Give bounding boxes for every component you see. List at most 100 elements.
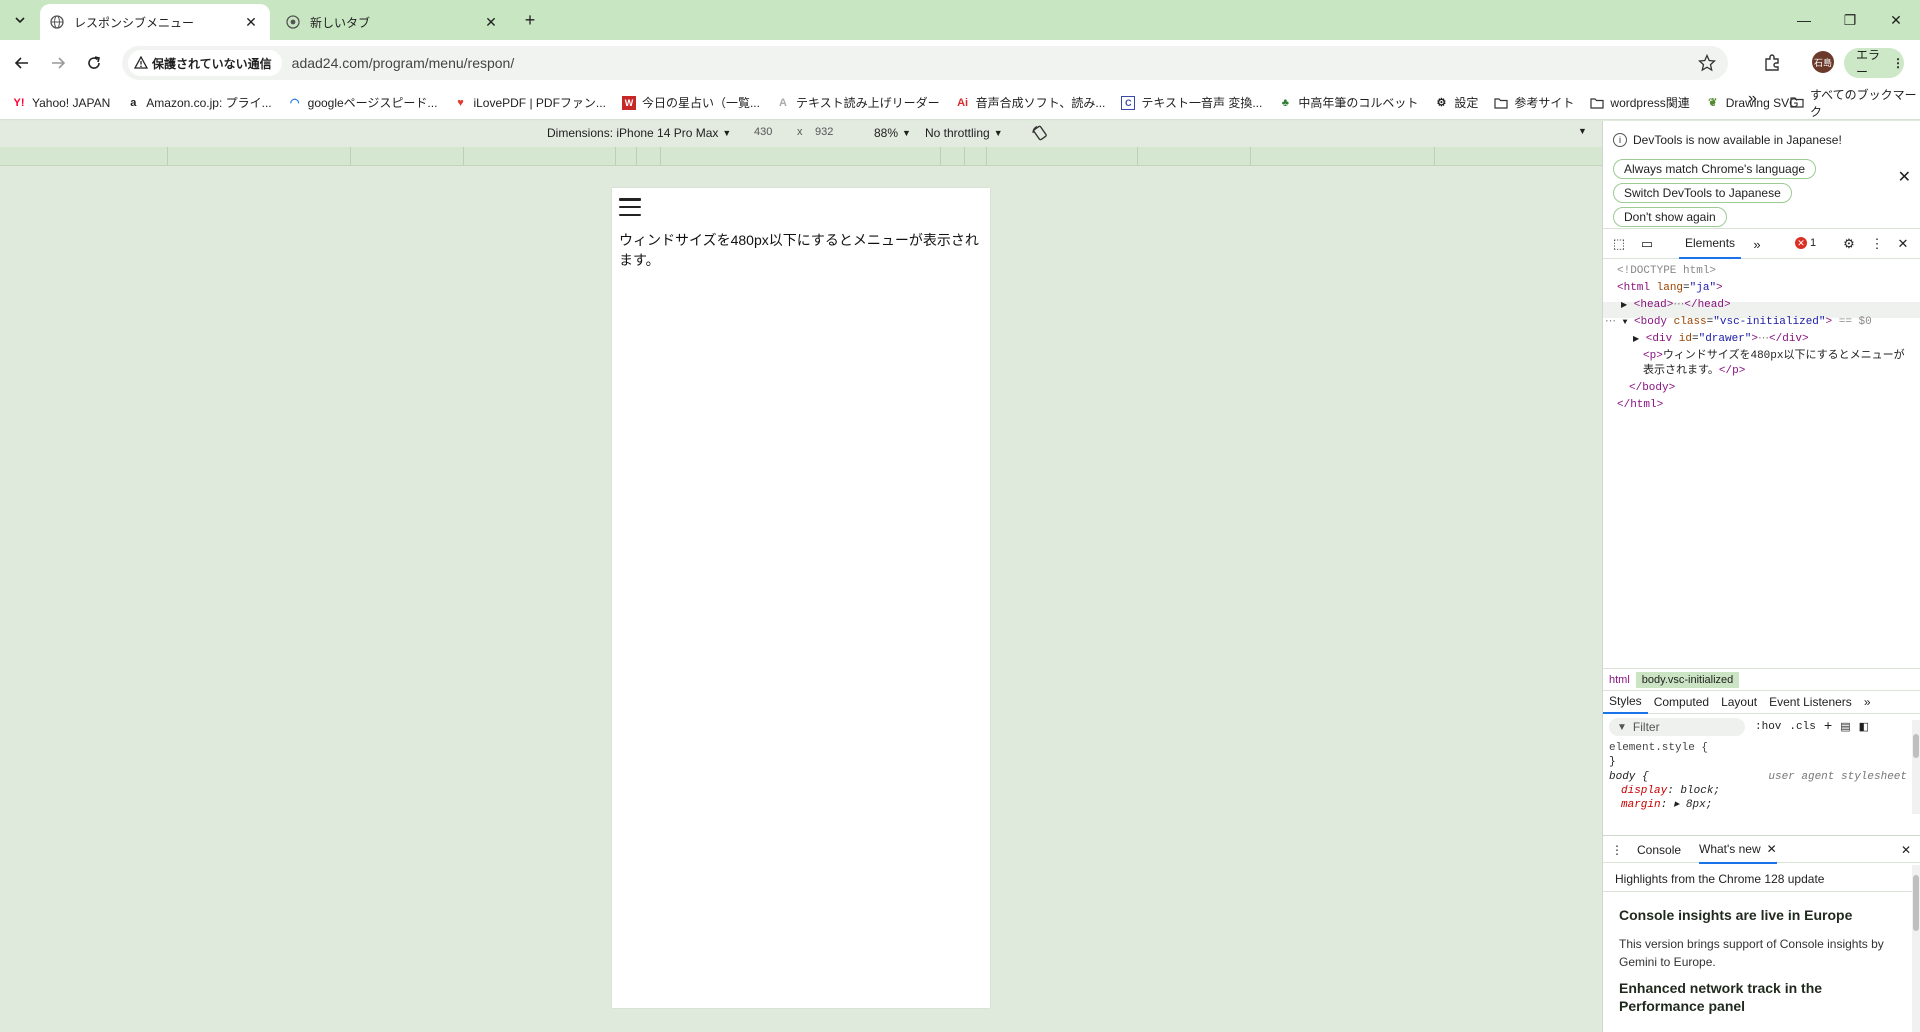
- error-chip[interactable]: エラー ⋮: [1844, 48, 1904, 79]
- close-icon[interactable]: ✕: [1895, 236, 1911, 252]
- media-query-segment[interactable]: [637, 147, 661, 165]
- dom-node-div-drawer[interactable]: ▶ <div id="drawer">⋯</div>: [1633, 332, 1809, 347]
- element-style-rule[interactable]: element.style {: [1609, 742, 1708, 754]
- new-tab-button[interactable]: +: [518, 8, 542, 32]
- forward-button[interactable]: [44, 49, 72, 77]
- dom-node-doctype[interactable]: <!DOCTYPE html>: [1617, 264, 1716, 278]
- more-tabs-icon[interactable]: »: [1858, 690, 1877, 714]
- cls-toggle[interactable]: .cls: [1789, 721, 1815, 733]
- throttle-select[interactable]: No throttling ▼: [925, 126, 1003, 140]
- bookmark-item[interactable]: a Amazon.co.jp: プライ...: [118, 90, 279, 116]
- bookmark-item[interactable]: A テキスト読み上げリーダー: [768, 90, 948, 116]
- sidebar-toggle-icon[interactable]: ◧: [1859, 720, 1869, 734]
- hamburger-menu-icon[interactable]: [619, 198, 641, 216]
- media-query-segment[interactable]: [965, 147, 987, 165]
- minimize-button[interactable]: —: [1781, 0, 1827, 40]
- media-query-segment[interactable]: [1251, 147, 1435, 165]
- tab-new-tab[interactable]: 新しいタブ ✕: [276, 4, 510, 40]
- dom-node-html-close[interactable]: </html>: [1617, 398, 1663, 412]
- more-vert-icon[interactable]: ⋮: [1869, 236, 1885, 252]
- error-count-badge[interactable]: ✕ 1: [1795, 237, 1816, 249]
- reload-button[interactable]: [80, 49, 108, 77]
- dom-node-p[interactable]: <p>ウィンドサイズを480px以下にするとメニューが: [1643, 349, 1905, 363]
- close-icon[interactable]: ✕: [1901, 836, 1911, 864]
- dont-show-again-button[interactable]: Don't show again: [1613, 207, 1727, 227]
- bookmark-folder[interactable]: 参考サイト: [1486, 90, 1582, 116]
- whats-new-heading[interactable]: Enhanced network track in the Performanc…: [1619, 979, 1903, 1015]
- styles-scrollbar[interactable]: [1912, 720, 1920, 814]
- style-prop-display[interactable]: display: block;: [1621, 785, 1720, 797]
- restore-button[interactable]: ❐: [1827, 0, 1873, 40]
- paint-icon[interactable]: ▤: [1840, 720, 1850, 734]
- media-query-segment[interactable]: [616, 147, 637, 165]
- address-bar[interactable]: 保護されていない通信 adad24.com/program/menu/respo…: [122, 46, 1728, 80]
- zoom-select[interactable]: 88% ▼: [874, 126, 911, 140]
- device-select[interactable]: Dimensions: iPhone 14 Pro Max ▼: [547, 126, 731, 140]
- styles-filter-input[interactable]: ▼ Filter: [1609, 718, 1745, 736]
- width-input[interactable]: 430: [754, 126, 772, 138]
- height-input[interactable]: 932: [815, 126, 833, 138]
- extensions-button[interactable]: [1760, 51, 1784, 75]
- dom-node-body[interactable]: ⋯ ▼ <body class="vsc-initialized"> == $0: [1605, 315, 1872, 330]
- tab-event-listeners[interactable]: Event Listeners: [1763, 690, 1858, 714]
- breadcrumb-html[interactable]: html: [1603, 672, 1636, 688]
- scrollbar-thumb[interactable]: [1913, 875, 1919, 931]
- tab-elements[interactable]: Elements: [1679, 229, 1742, 259]
- media-query-segment[interactable]: [1138, 147, 1251, 165]
- tab-layout[interactable]: Layout: [1715, 690, 1763, 714]
- rotate-button[interactable]: [1031, 124, 1049, 142]
- device-toolbar-menu-button[interactable]: ▼: [1578, 126, 1587, 136]
- bookmark-item[interactable]: W 今日の星占い（一覧...: [614, 90, 768, 116]
- tab-whats-new[interactable]: What's new ✕: [1699, 836, 1777, 864]
- inspect-element-icon[interactable]: ⬚: [1611, 236, 1627, 252]
- media-query-segment[interactable]: [987, 147, 1138, 165]
- avatar[interactable]: 石島: [1812, 51, 1834, 73]
- tab-responsive-menu[interactable]: レスポンシブメニュー ✕: [40, 4, 270, 40]
- bookmark-folder[interactable]: wordpress関連: [1582, 90, 1697, 116]
- media-query-segment[interactable]: [351, 147, 464, 165]
- scrollbar-thumb[interactable]: [1913, 734, 1919, 758]
- emulated-device-screen[interactable]: ウィンドサイズを480px以下にするとメニューが表示されます。: [612, 188, 990, 1008]
- more-tabs-icon[interactable]: »: [1749, 236, 1765, 252]
- all-bookmarks-button[interactable]: すべてのブックマーク: [1790, 88, 1920, 119]
- bookmark-item[interactable]: ⚙ 設定: [1426, 90, 1486, 116]
- plus-icon[interactable]: +: [1824, 719, 1832, 735]
- dom-node-head[interactable]: ▶ <head>⋯</head>: [1621, 298, 1731, 313]
- switch-to-japanese-button[interactable]: Switch DevTools to Japanese: [1613, 183, 1792, 203]
- whats-new-scrollbar[interactable]: [1912, 865, 1920, 1032]
- body-rule-selector[interactable]: body {: [1609, 771, 1649, 783]
- close-icon[interactable]: ✕: [242, 13, 260, 31]
- close-icon[interactable]: ✕: [1767, 842, 1777, 856]
- back-button[interactable]: [8, 49, 36, 77]
- bookmark-item[interactable]: ◠ googleページスピード...: [280, 90, 446, 116]
- style-prop-margin[interactable]: margin: ▸ 8px;: [1621, 797, 1712, 811]
- bookmark-item[interactable]: ♥ iLovePDF | PDFファン...: [445, 90, 613, 116]
- media-query-segment[interactable]: [464, 147, 616, 165]
- media-query-segment[interactable]: [0, 147, 168, 165]
- close-window-button[interactable]: ✕: [1873, 0, 1919, 40]
- bookmark-item[interactable]: C テキスト一音声 変換...: [1113, 90, 1270, 116]
- gear-icon[interactable]: ⚙: [1841, 236, 1857, 252]
- bookmarks-overflow-button[interactable]: »: [1742, 90, 1763, 108]
- breadcrumb-body[interactable]: body.vsc-initialized: [1635, 671, 1740, 688]
- tab-console[interactable]: Console: [1637, 836, 1681, 864]
- dom-node-body-close[interactable]: </body>: [1629, 381, 1675, 395]
- bookmark-item[interactable]: Y! Yahoo! JAPAN: [4, 90, 118, 116]
- tab-search-button[interactable]: [6, 8, 34, 32]
- tab-computed[interactable]: Computed: [1648, 690, 1715, 714]
- bookmark-item[interactable]: ♣ 中高年筆のコルベット: [1270, 90, 1426, 116]
- media-query-segment[interactable]: [941, 147, 965, 165]
- tab-styles[interactable]: Styles: [1603, 690, 1648, 714]
- dom-node-html[interactable]: <html lang="ja">: [1617, 281, 1723, 295]
- security-chip[interactable]: 保護されていない通信: [128, 50, 282, 76]
- media-query-segment[interactable]: [661, 147, 941, 165]
- media-query-segment[interactable]: [168, 147, 351, 165]
- device-toggle-icon[interactable]: ▭: [1639, 236, 1655, 252]
- always-match-language-button[interactable]: Always match Chrome's language: [1613, 159, 1817, 179]
- more-vert-icon[interactable]: ⋮: [1611, 836, 1623, 864]
- bookmark-item[interactable]: Ai 音声合成ソフト、読み...: [948, 90, 1114, 116]
- close-icon[interactable]: ✕: [1898, 167, 1911, 187]
- close-icon[interactable]: ✕: [482, 13, 500, 31]
- star-icon[interactable]: [1698, 54, 1716, 72]
- hov-toggle[interactable]: :hov: [1755, 721, 1781, 733]
